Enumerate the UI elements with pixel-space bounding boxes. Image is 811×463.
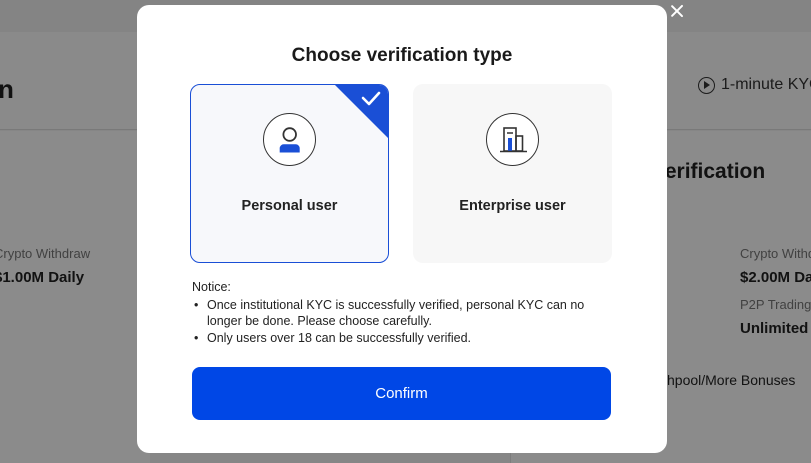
notice-item: Only users over 18 can be successfully v…	[192, 330, 612, 347]
personal-user-label: Personal user	[241, 198, 338, 214]
notice-list: Once institutional KYC is successfully v…	[192, 297, 612, 347]
verification-type-modal: Choose verification type Personal user E…	[137, 5, 667, 453]
notice-section: Notice: Once institutional KYC is succes…	[192, 279, 612, 346]
modal-title: Choose verification type	[291, 45, 513, 66]
notice-title: Notice:	[192, 280, 231, 294]
confirm-button[interactable]: Confirm	[192, 367, 611, 420]
close-icon[interactable]	[668, 2, 686, 20]
notice-item: Once institutional KYC is successfully v…	[192, 297, 612, 330]
enterprise-user-label: Enterprise user	[459, 198, 566, 214]
personal-user-option[interactable]: Personal user	[190, 84, 389, 263]
person-icon	[263, 113, 316, 166]
building-icon	[486, 113, 539, 166]
enterprise-user-option[interactable]: Enterprise user	[413, 84, 612, 263]
selected-check-icon	[335, 85, 388, 138]
